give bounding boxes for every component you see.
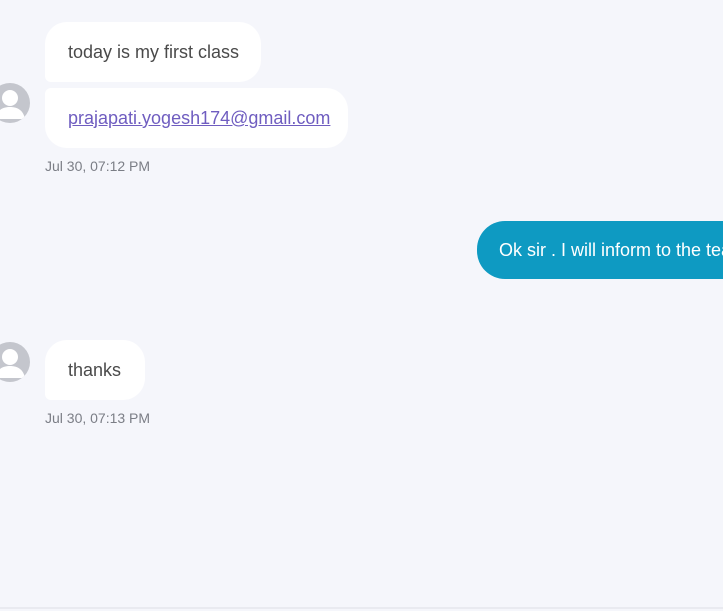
message-text: thanks [68, 360, 122, 380]
incoming-message[interactable]: today is my first class [45, 22, 261, 82]
incoming-message[interactable]: prajapati.yogesh174@gmail.com [45, 88, 348, 148]
user-avatar-icon[interactable] [0, 342, 30, 382]
outgoing-message[interactable]: Ok sir . I will inform to the tea [477, 221, 723, 279]
message-timestamp: Jul 30, 07:13 PM [45, 410, 151, 426]
divider [0, 607, 723, 609]
incoming-message[interactable]: thanks [45, 340, 145, 400]
chat-thread[interactable]: today is my first class prajapati.yogesh… [0, 0, 723, 611]
message-timestamp: Jul 30, 07:12 PM [45, 158, 151, 174]
email-link[interactable]: prajapati.yogesh174@gmail.com [68, 108, 330, 128]
message-text: Ok sir . I will inform to the tea [499, 240, 723, 260]
user-avatar-icon[interactable] [0, 83, 30, 123]
message-text: today is my first class [68, 42, 240, 62]
